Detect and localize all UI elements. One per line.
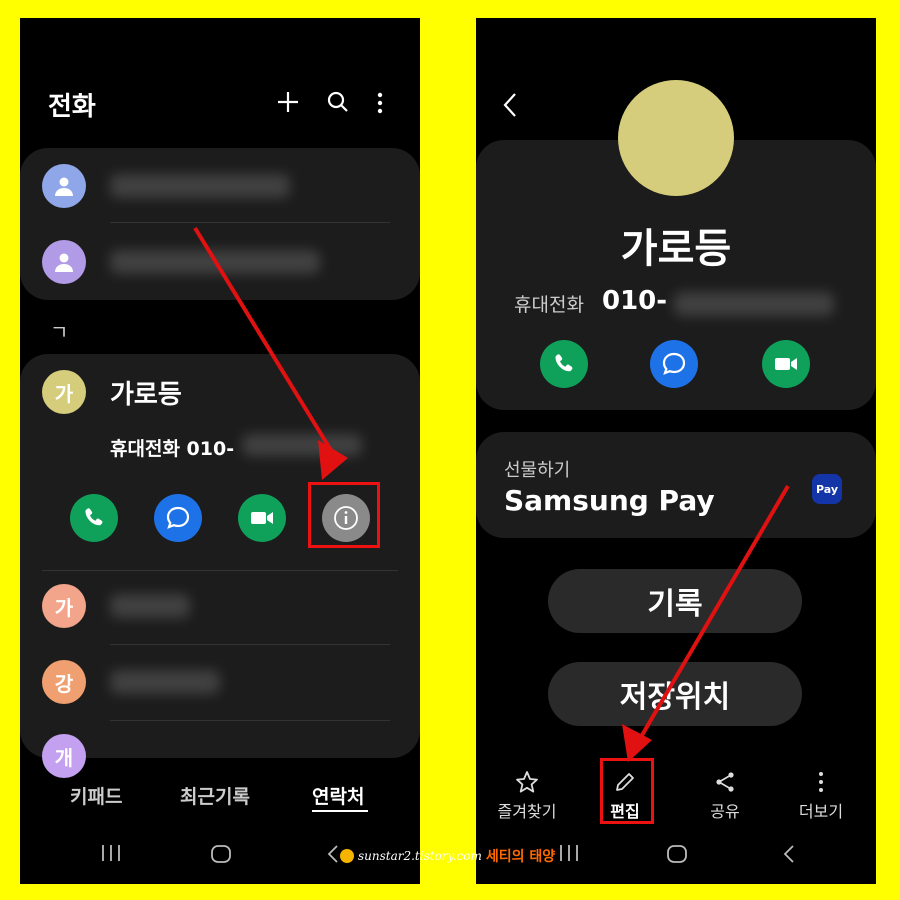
annotation-arrows [193,226,790,762]
sun-icon [340,849,354,863]
arrow-to-edit [636,484,790,744]
arrow-head [318,440,348,480]
watermark-title: 세티의 태양 [485,849,556,865]
watermark: sunstar2.tistory.com 세티의 태양 [340,846,555,866]
watermark-url: sunstar2.tistory.com [358,849,482,863]
arrow-to-details [193,226,334,454]
